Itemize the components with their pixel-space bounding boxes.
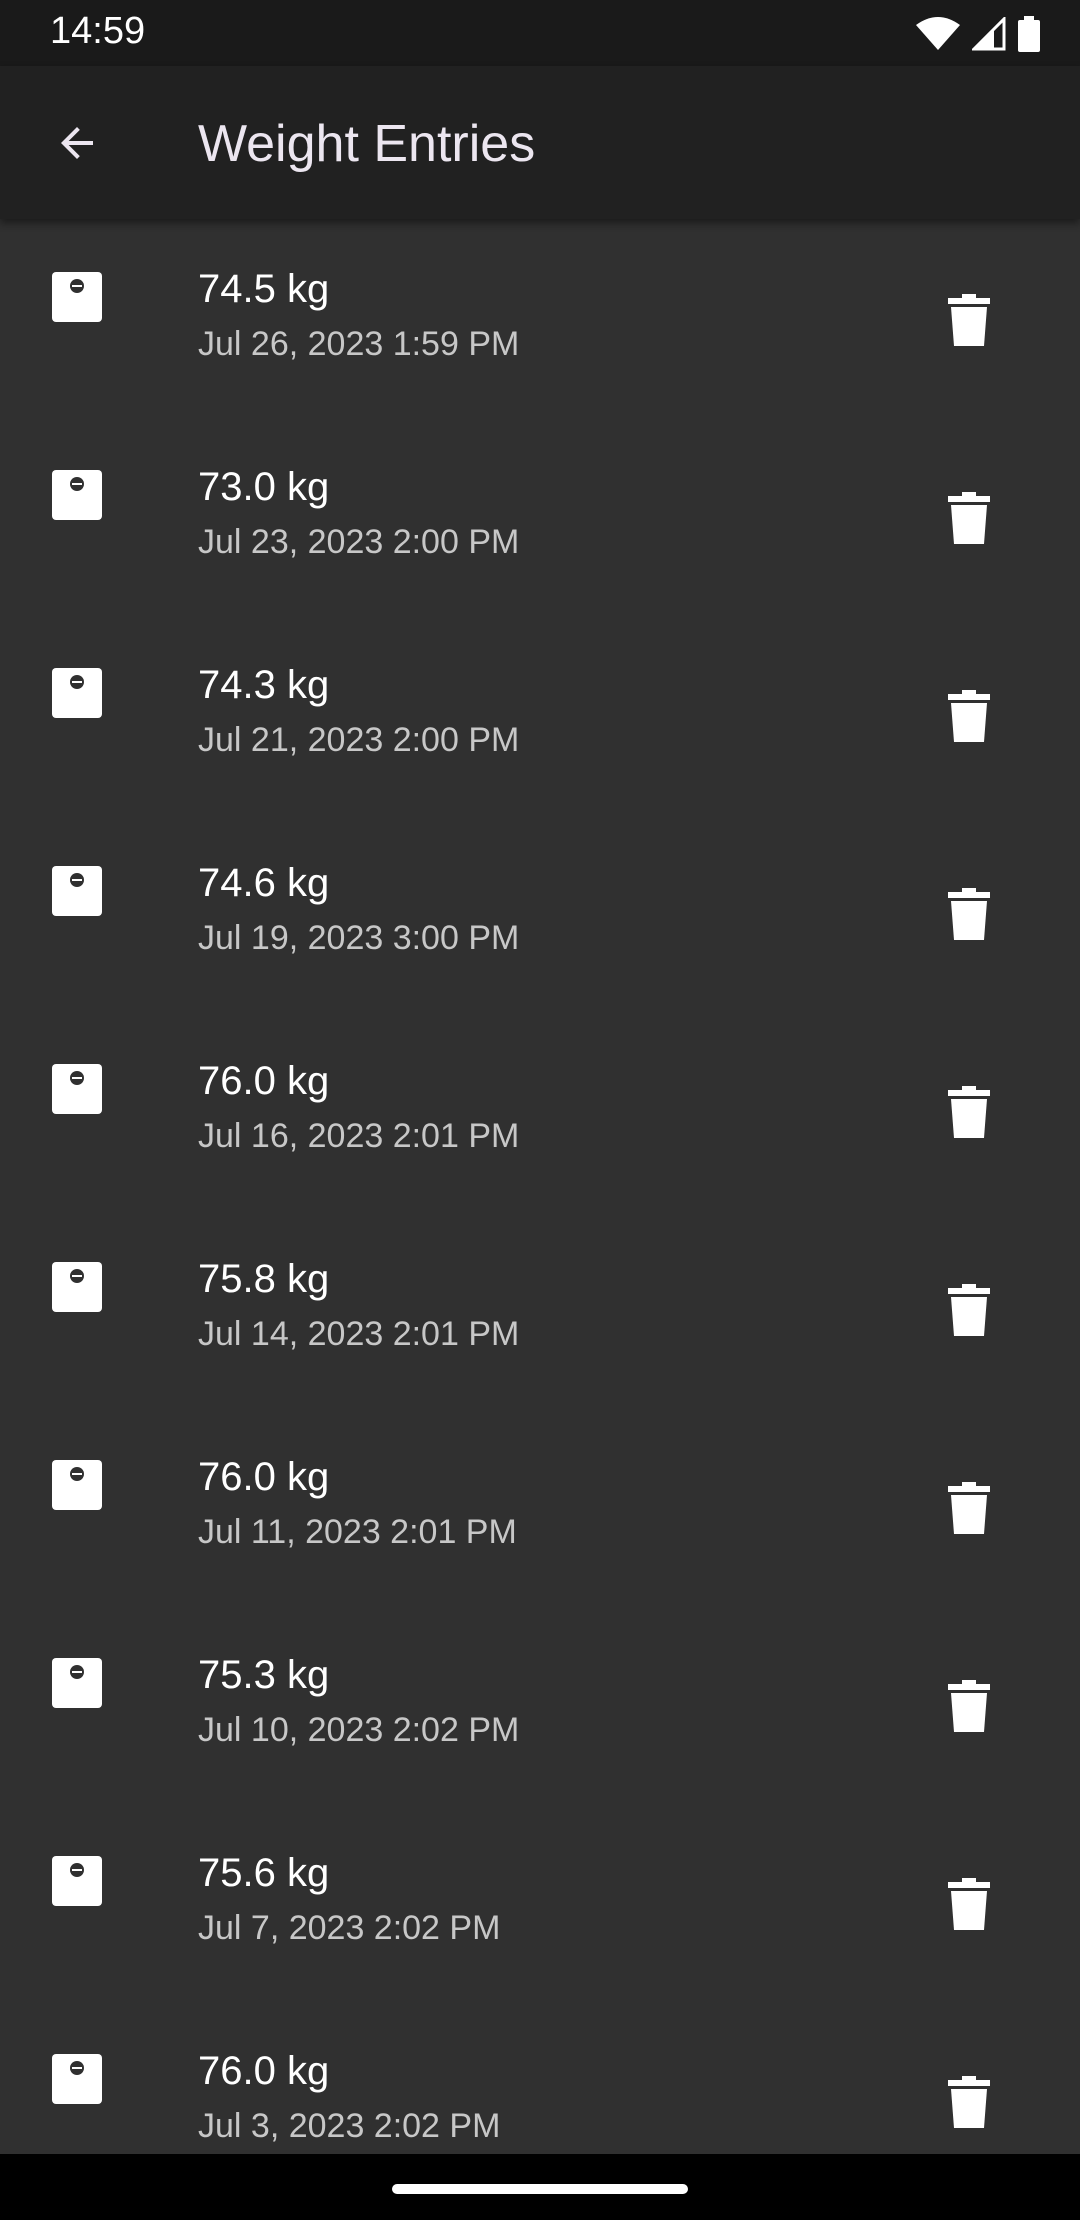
list-item[interactable]: 76.0 kg Jul 11, 2023 2:01 PM [0, 1407, 1080, 1605]
entry-weight: 76.0 kg [198, 1455, 330, 1499]
page-title: Weight Entries [198, 115, 536, 173]
status-bar: 14:59 [0, 0, 1080, 66]
delete-entry-button[interactable] [936, 2067, 1002, 2137]
delete-entry-button[interactable] [936, 879, 1002, 949]
delete-entry-button[interactable] [936, 1077, 1002, 1147]
status-time: 14:59 [50, 10, 146, 52]
scale-icon [52, 470, 102, 520]
delete-icon [948, 1482, 990, 1534]
list-item[interactable]: 75.8 kg Jul 14, 2023 2:01 PM [0, 1209, 1080, 1407]
delete-entry-button[interactable] [936, 1473, 1002, 1543]
entry-date: Jul 14, 2023 2:01 PM [198, 1315, 520, 1353]
entry-date: Jul 26, 2023 1:59 PM [198, 325, 520, 363]
entry-date: Jul 10, 2023 2:02 PM [198, 1711, 520, 1749]
home-indicator[interactable] [392, 2184, 688, 2194]
delete-entry-button[interactable] [936, 1869, 1002, 1939]
list-item[interactable]: 76.0 kg Jul 3, 2023 2:02 PM [0, 2001, 1080, 2154]
delete-entry-button[interactable] [936, 285, 1002, 355]
app-bar: Weight Entries [0, 66, 1080, 219]
scale-icon [52, 1460, 102, 1510]
back-button[interactable] [36, 102, 118, 184]
entry-date: Jul 7, 2023 2:02 PM [198, 1909, 501, 1947]
delete-entry-button[interactable] [936, 1671, 1002, 1741]
entry-date: Jul 16, 2023 2:01 PM [198, 1117, 520, 1155]
entry-weight: 74.6 kg [198, 861, 330, 905]
entry-weight: 76.0 kg [198, 1059, 330, 1103]
scale-icon [52, 866, 102, 916]
delete-icon [948, 1284, 990, 1336]
delete-icon [948, 1878, 990, 1930]
delete-icon [948, 492, 990, 544]
cellular-signal-icon [972, 17, 1006, 51]
scale-icon [52, 272, 102, 322]
delete-icon [948, 2076, 990, 2128]
delete-icon [948, 888, 990, 940]
entry-weight: 74.5 kg [198, 267, 330, 311]
scale-icon [52, 1658, 102, 1708]
wifi-icon [916, 17, 960, 50]
arrow-back-icon [61, 127, 93, 159]
delete-entry-button[interactable] [936, 1275, 1002, 1345]
entry-weight: 76.0 kg [198, 2049, 330, 2093]
list-item[interactable]: 75.6 kg Jul 7, 2023 2:02 PM [0, 1803, 1080, 2001]
delete-icon [948, 1680, 990, 1732]
entry-date: Jul 21, 2023 2:00 PM [198, 721, 520, 759]
battery-icon [1018, 16, 1040, 52]
scale-icon [52, 668, 102, 718]
delete-entry-button[interactable] [936, 483, 1002, 553]
status-icons [916, 14, 1040, 54]
list-item[interactable]: 75.3 kg Jul 10, 2023 2:02 PM [0, 1605, 1080, 1803]
entry-weight: 75.8 kg [198, 1257, 330, 1301]
delete-entry-button[interactable] [936, 681, 1002, 751]
entry-weight: 73.0 kg [198, 465, 330, 509]
entry-date: Jul 23, 2023 2:00 PM [198, 523, 520, 561]
entry-date: Jul 3, 2023 2:02 PM [198, 2107, 501, 2145]
list-item[interactable]: 76.0 kg Jul 16, 2023 2:01 PM [0, 1011, 1080, 1209]
weight-entry-list[interactable]: 74.5 kg Jul 26, 2023 1:59 PM 73.0 kg Jul… [0, 219, 1080, 2154]
entry-date: Jul 19, 2023 3:00 PM [198, 919, 520, 957]
scale-icon [52, 1064, 102, 1114]
entry-date: Jul 11, 2023 2:01 PM [198, 1513, 517, 1551]
scale-icon [52, 1856, 102, 1906]
entry-weight: 74.3 kg [198, 663, 330, 707]
scale-icon [52, 1262, 102, 1312]
list-item[interactable]: 73.0 kg Jul 23, 2023 2:00 PM [0, 417, 1080, 615]
delete-icon [948, 690, 990, 742]
entry-weight: 75.6 kg [198, 1851, 330, 1895]
list-item[interactable]: 74.5 kg Jul 26, 2023 1:59 PM [0, 219, 1080, 417]
delete-icon [948, 294, 990, 346]
scale-icon [52, 2054, 102, 2104]
list-item[interactable]: 74.6 kg Jul 19, 2023 3:00 PM [0, 813, 1080, 1011]
list-item[interactable]: 74.3 kg Jul 21, 2023 2:00 PM [0, 615, 1080, 813]
navigation-bar [0, 2154, 1080, 2220]
delete-icon [948, 1086, 990, 1138]
entry-weight: 75.3 kg [198, 1653, 330, 1697]
